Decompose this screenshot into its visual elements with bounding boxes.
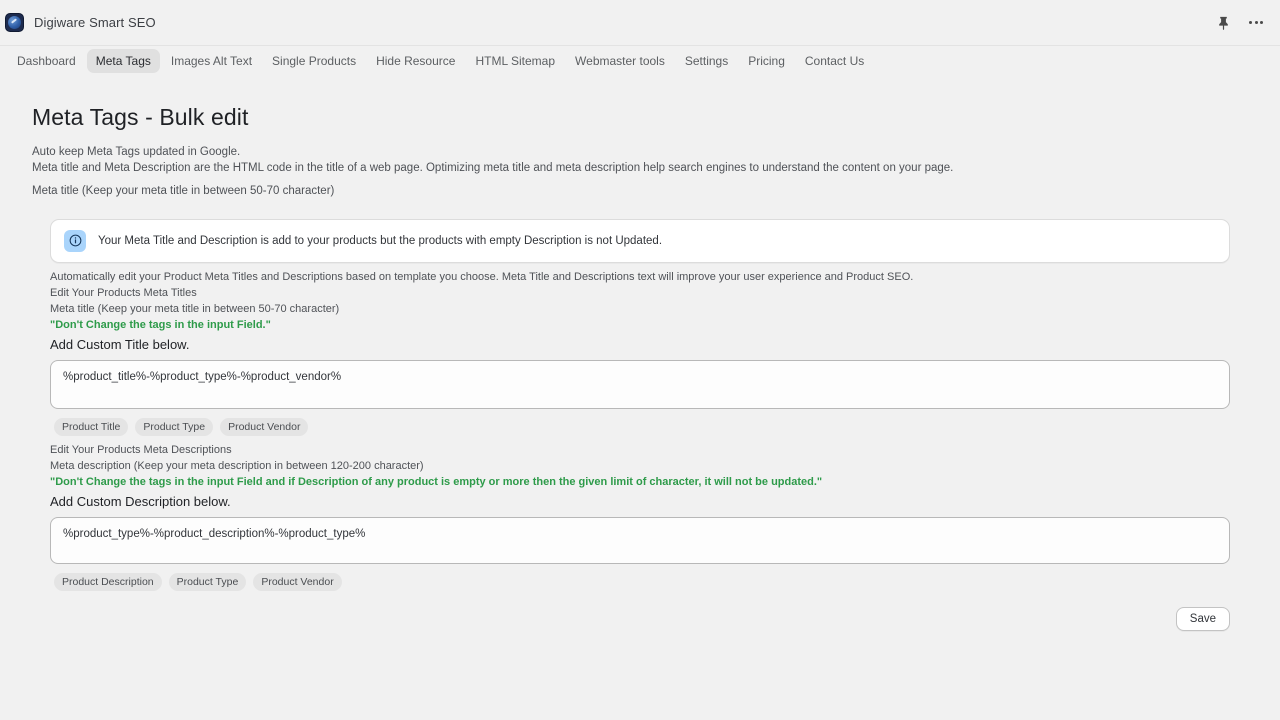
meta-title-warning: "Don't Change the tags in the input Fiel…	[50, 318, 271, 331]
custom-description-textarea[interactable]	[50, 516, 1230, 564]
chip-product-title[interactable]: Product Title	[54, 417, 129, 436]
lead-line-1: Auto keep Meta Tags updated in Google.	[32, 146, 241, 158]
save-row: Save	[50, 606, 1230, 631]
meta-description-hint: Meta description (Keep your meta descrip…	[50, 459, 424, 472]
pin-icon[interactable]	[1213, 13, 1233, 33]
nav-item-html-sitemap[interactable]: HTML Sitemap	[466, 49, 564, 73]
nav-item-images-alt-text[interactable]: Images Alt Text	[162, 49, 261, 73]
nav-item-pricing[interactable]: Pricing	[739, 49, 794, 73]
meta-description-heading: Edit Your Products Meta Descriptions	[50, 443, 232, 456]
chip-product-description[interactable]: Product Description	[54, 572, 162, 591]
nav-item-settings[interactable]: Settings	[676, 49, 737, 73]
meta-title-hint: Meta title (Keep your meta title in betw…	[50, 302, 340, 315]
chip-product-vendor[interactable]: Product Vendor	[220, 417, 309, 436]
meta-description-label: Add Custom Description below.	[50, 493, 231, 509]
chip-product-type-desc[interactable]: Product Type	[168, 572, 247, 591]
primary-nav: Dashboard Meta Tags Images Alt Text Sing…	[0, 46, 1280, 76]
nav-item-dashboard[interactable]: Dashboard	[8, 49, 85, 73]
meta-description-warning: "Don't Change the tags in the input Fiel…	[50, 475, 823, 488]
page-content: Meta Tags - Bulk edit Auto keep Meta Tag…	[0, 76, 1280, 631]
page-lead: Auto keep Meta Tags updated in Google. M…	[32, 145, 1280, 200]
app-titlebar: Digiware Smart SEO	[0, 0, 1280, 46]
meta-title-section: Automatically edit your Product Meta Tit…	[50, 263, 1230, 436]
app-title: Digiware Smart SEO	[34, 15, 156, 30]
meta-title-label: Add Custom Title below.	[50, 336, 190, 352]
chip-product-vendor-desc[interactable]: Product Vendor	[253, 572, 342, 591]
app-logo-icon	[5, 13, 24, 32]
save-button[interactable]: Save	[1175, 606, 1230, 631]
nav-item-single-products[interactable]: Single Products	[263, 49, 365, 73]
lead-spacer	[32, 176, 1280, 184]
meta-title-heading: Edit Your Products Meta Titles	[50, 286, 197, 299]
info-banner-text: Your Meta Title and Description is add t…	[98, 234, 663, 247]
lead-line-3: Meta title (Keep your meta title in betw…	[32, 185, 335, 197]
info-banner: Your Meta Title and Description is add t…	[50, 218, 1230, 263]
intro-description: Automatically edit your Product Meta Tit…	[50, 270, 914, 283]
nav-item-webmaster-tools[interactable]: Webmaster tools	[566, 49, 674, 73]
meta-title-chips: Product Title Product Type Product Vendo…	[50, 417, 1230, 436]
nav-item-hide-resource[interactable]: Hide Resource	[367, 49, 464, 73]
info-circle-icon	[64, 229, 86, 252]
meta-description-section: Edit Your Products Meta Descriptions Met…	[50, 436, 1230, 591]
titlebar-actions	[1213, 13, 1266, 33]
chip-product-type[interactable]: Product Type	[135, 417, 214, 436]
lead-line-2: Meta title and Meta Description are the …	[32, 161, 954, 174]
meta-description-chips: Product Description Product Type Product…	[50, 572, 1230, 591]
nav-item-meta-tags[interactable]: Meta Tags	[86, 49, 160, 73]
page-title: Meta Tags - Bulk edit	[32, 104, 249, 130]
more-horizontal-icon[interactable]	[1246, 13, 1266, 33]
custom-title-textarea[interactable]	[50, 359, 1230, 409]
nav-item-contact-us[interactable]: Contact Us	[796, 49, 873, 73]
